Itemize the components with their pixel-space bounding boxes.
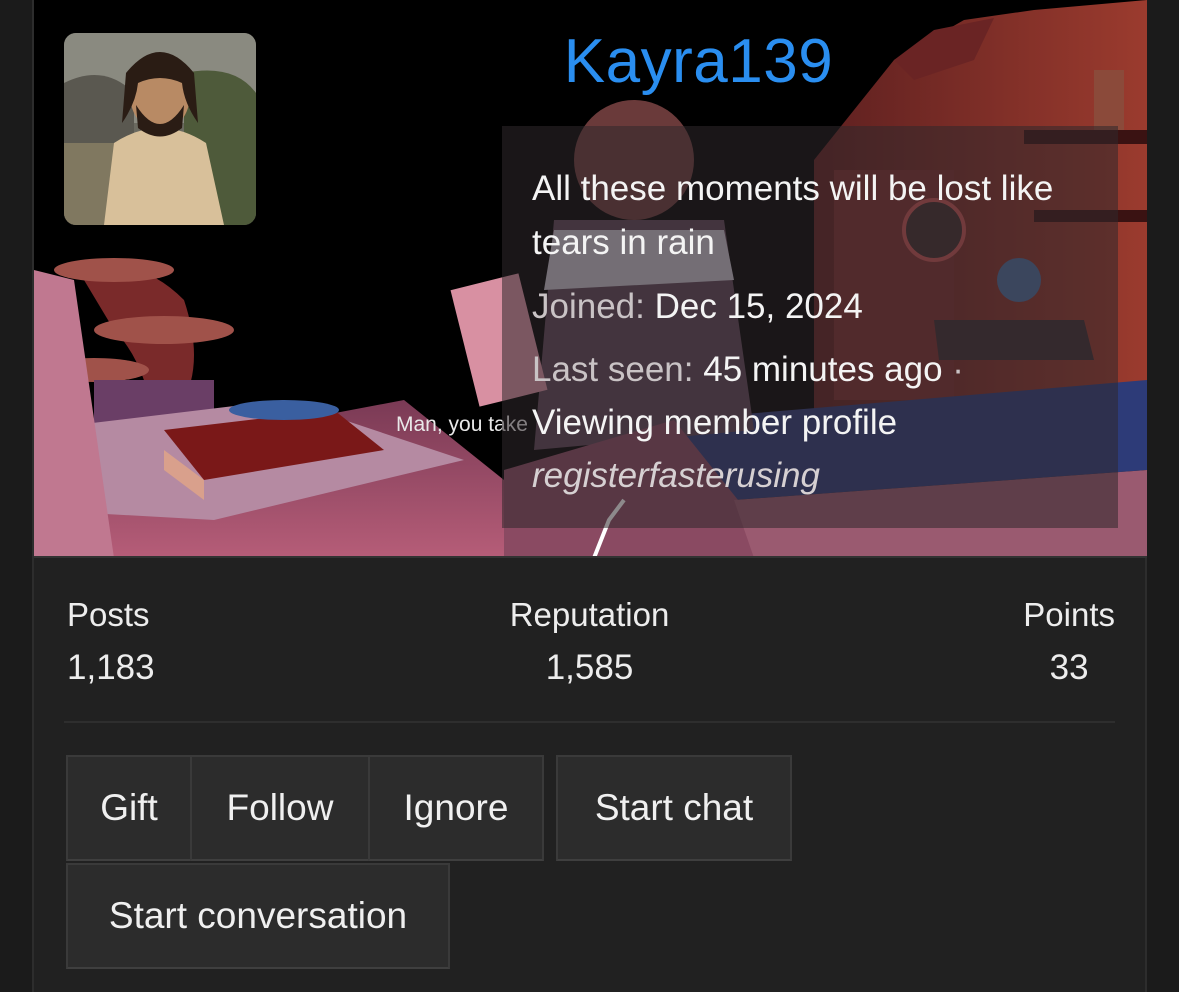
- last-seen-row: Last seen: 45 minutes ago ·: [532, 343, 1088, 396]
- member-tagline: All these moments will be lost like tear…: [532, 169, 1054, 262]
- stat-reputation-label: Reputation: [509, 596, 670, 633]
- member-stats: Posts 1,183 Reputation 1,585 Points 33: [64, 596, 1115, 696]
- stat-reputation[interactable]: Reputation 1,585: [64, 596, 1115, 688]
- profile-banner: Kayra139 Man, you take All these moments…: [34, 0, 1147, 558]
- stat-points-label: Points: [1023, 596, 1115, 633]
- separator: ·: [952, 350, 964, 389]
- ignore-button[interactable]: Ignore: [368, 755, 544, 861]
- stat-points-value: 33: [1049, 648, 1089, 687]
- joined-row: Joined: Dec 15, 2024: [532, 280, 1088, 333]
- username-link[interactable]: Kayra139: [34, 26, 1147, 97]
- joined-label: Joined:: [532, 287, 645, 326]
- gift-button[interactable]: Gift: [66, 755, 192, 861]
- last-seen-label: Last seen:: [532, 350, 694, 389]
- current-activity: Viewing member profile: [532, 403, 898, 442]
- stat-points[interactable]: Points 33: [1023, 596, 1115, 688]
- start-conversation-button[interactable]: Start conversation: [66, 863, 450, 969]
- start-chat-button[interactable]: Start chat: [556, 755, 792, 861]
- stat-reputation-value: 1,585: [545, 648, 634, 687]
- last-seen-time: 45 minutes ago: [703, 350, 943, 389]
- member-profile-card: Kayra139 Man, you take All these moments…: [32, 0, 1147, 992]
- member-info-panel: All these moments will be lost like tear…: [502, 126, 1118, 528]
- follow-button[interactable]: Follow: [190, 755, 370, 861]
- joined-date: Dec 15, 2024: [654, 287, 863, 326]
- stats-divider: [64, 721, 1115, 723]
- signature-link[interactable]: registerfasterusing: [532, 449, 1088, 502]
